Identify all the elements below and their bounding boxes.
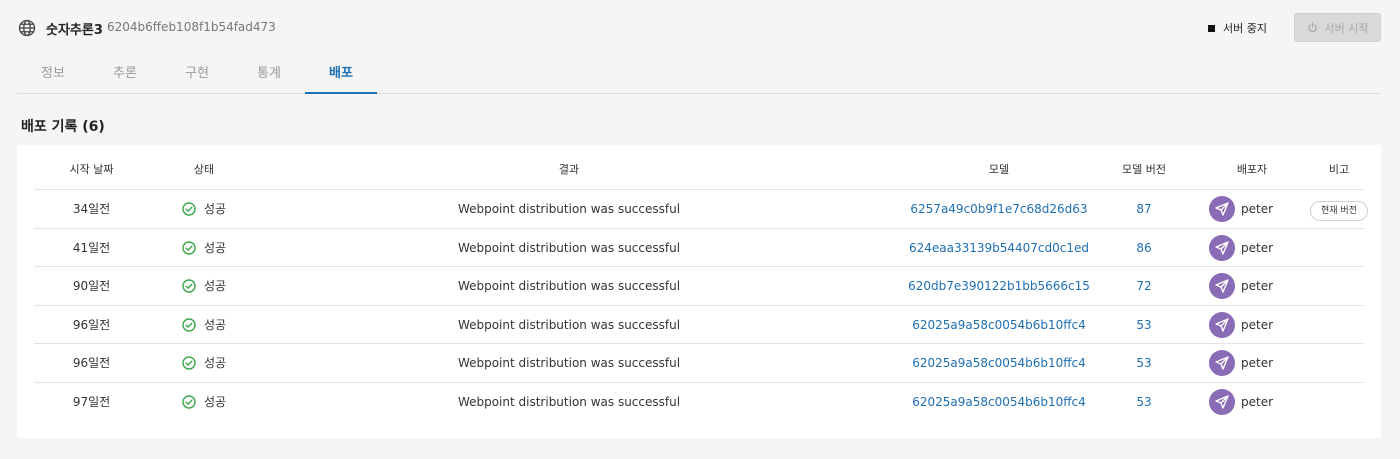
current-version-badge: 현재 버전	[1310, 201, 1368, 221]
result-cell: Webpoint distribution was successful	[457, 356, 681, 371]
note-cell	[1289, 267, 1389, 305]
status-label: 성공	[203, 202, 227, 216]
note-cell	[1289, 306, 1389, 344]
avatar	[1209, 311, 1235, 338]
column-header-status: 상태	[193, 163, 215, 176]
paper-plane-icon	[1215, 279, 1229, 293]
paper-plane-icon	[1215, 318, 1229, 332]
status-label: 성공	[203, 279, 227, 294]
header: 숫자추론3 6204b6ffeb108f1b54fad473 서버 중지 서버 …	[0, 0, 1400, 56]
check-circle-icon	[182, 202, 196, 216]
deployer-name: peter	[1241, 395, 1274, 409]
status-label: 성공	[203, 395, 227, 409]
result-cell: Webpoint distribution was successful	[457, 240, 681, 255]
start-server-label: 서버 시작	[1324, 21, 1369, 35]
avatar	[1209, 389, 1235, 415]
deployer-name: peter	[1241, 279, 1274, 294]
result-cell: Webpoint distribution was successful	[457, 279, 681, 294]
note-cell: 현재 버전	[1289, 190, 1389, 228]
table-header: 시작 날짜 상태 결과 모델 모델 버전 배포자 비고	[34, 145, 1364, 190]
page: 숫자추론3 6204b6ffeb108f1b54fad473 서버 중지 서버 …	[0, 0, 1400, 459]
stop-square-icon	[1208, 24, 1215, 32]
avatar	[1209, 196, 1235, 222]
note-cell	[1289, 344, 1389, 382]
avatar	[1209, 273, 1235, 300]
avatar	[1209, 350, 1235, 377]
status-cell: 성공	[149, 306, 259, 344]
status-cell: 성공	[149, 267, 259, 305]
paper-plane-icon	[1215, 202, 1229, 216]
result-cell: Webpoint distribution was successful	[457, 317, 681, 332]
check-circle-icon	[182, 279, 196, 293]
tab-inference[interactable]: 추론	[89, 56, 161, 94]
start-date-cell: 90일전	[72, 279, 111, 294]
table-row: 96일전 성공 Webpoint distribution was successf…	[34, 344, 1364, 383]
table-row: 34일전 성공 Webpoint distribution was successf…	[34, 190, 1368, 229]
check-circle-icon	[182, 240, 196, 255]
tab-deployment[interactable]: 배포	[305, 56, 377, 94]
avatar	[1209, 234, 1235, 261]
start-date-cell: 34일전	[72, 202, 111, 216]
app-id: 6204b6ffeb108f1b54fad473	[107, 20, 276, 34]
status-cell: 성공	[149, 383, 259, 421]
tab-bar: 정보 추론 구현 통계 배포	[17, 56, 1381, 94]
result-cell: Webpoint distribution was successful	[457, 395, 681, 409]
paper-plane-icon	[1215, 395, 1229, 409]
globe-icon	[18, 19, 36, 37]
deployment-table: 시작 날짜 상태 결과 모델 모델 버전 배포자 비고 34일전 성공 Webpoi…	[17, 145, 1381, 438]
app-title: 숫자추론3	[46, 23, 103, 38]
deployer-name: peter	[1241, 240, 1274, 255]
status-label: 성공	[203, 317, 227, 332]
table-row: 41일전 성공 Webpoint distribution was successf…	[34, 229, 1364, 268]
status-label: 성공	[203, 356, 227, 371]
stop-server-button[interactable]: 서버 중지	[1208, 16, 1267, 40]
table-row: 97일전 성공 Webpoint distribution was successf…	[34, 383, 1364, 422]
start-date-cell: 96일전	[72, 317, 111, 332]
section-title: 배포 기록 (6)	[21, 119, 105, 135]
paper-plane-icon	[1215, 356, 1229, 371]
check-circle-icon	[182, 395, 196, 409]
stop-server-label: 서버 중지	[1223, 22, 1267, 35]
status-cell: 성공	[149, 190, 259, 228]
start-date-cell: 41일전	[72, 240, 111, 255]
table-row: 96일전 성공 Webpoint distribution was successf…	[34, 306, 1364, 345]
deployer-name: peter	[1241, 202, 1274, 216]
note-cell	[1289, 383, 1389, 421]
deployer-name: peter	[1241, 317, 1274, 332]
tab-info[interactable]: 정보	[17, 56, 89, 94]
result-cell: Webpoint distribution was successful	[457, 202, 681, 216]
power-icon	[1307, 22, 1317, 33]
column-header-result: 결과	[558, 163, 580, 176]
status-label: 성공	[203, 240, 227, 255]
note-cell	[1289, 229, 1389, 267]
column-header-date: 시작 날짜	[69, 163, 114, 176]
status-cell: 성공	[149, 344, 259, 382]
column-header-note: 비고	[1328, 163, 1350, 176]
table-row: 90일전 성공 Webpoint distribution was successf…	[34, 267, 1364, 306]
status-cell: 성공	[149, 229, 259, 267]
paper-plane-icon	[1215, 240, 1229, 255]
start-server-button[interactable]: 서버 시작	[1294, 13, 1381, 42]
start-date-cell: 96일전	[72, 356, 111, 371]
start-date-cell: 97일전	[72, 395, 111, 409]
tab-statistics[interactable]: 통계	[233, 56, 305, 94]
check-circle-icon	[182, 356, 196, 371]
tab-implementation[interactable]: 구현	[161, 56, 233, 94]
check-circle-icon	[182, 318, 196, 332]
deployer-name: peter	[1241, 356, 1274, 371]
